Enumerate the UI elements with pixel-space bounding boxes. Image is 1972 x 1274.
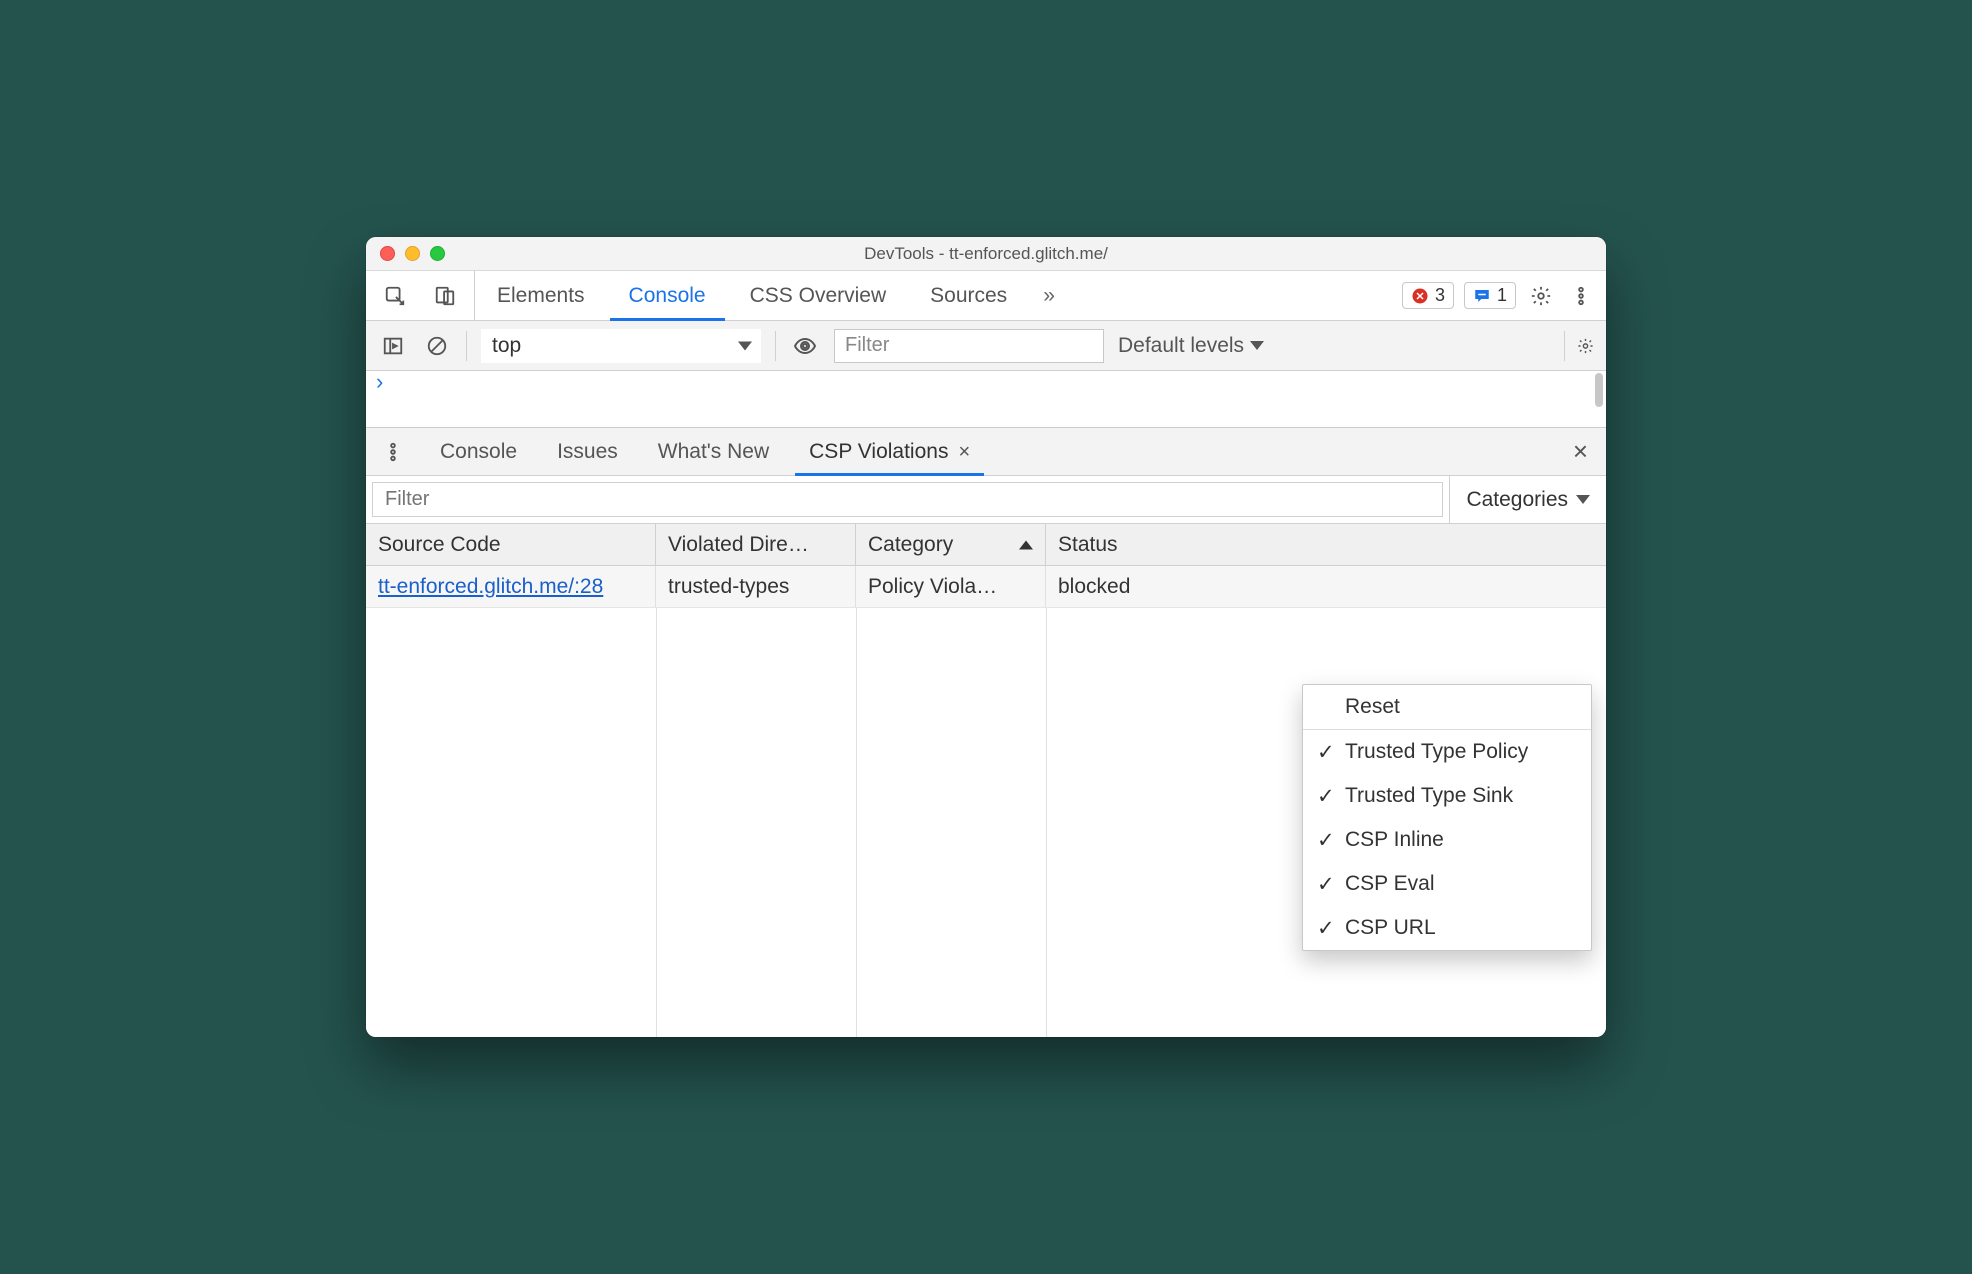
chevron-down-icon [1250, 341, 1264, 350]
drawer-tab-console[interactable]: Console [420, 428, 537, 475]
log-levels-label: Default levels [1118, 334, 1244, 358]
drawer-more-icon[interactable] [366, 428, 420, 475]
col-source-code[interactable]: Source Code [366, 524, 656, 565]
device-toggle-icon[interactable] [430, 281, 460, 311]
divider [466, 331, 467, 361]
clear-console-icon[interactable] [422, 331, 452, 361]
close-window-button[interactable] [380, 246, 395, 261]
kebab-menu-icon[interactable] [1566, 281, 1596, 311]
drawer-close-icon[interactable]: × [1555, 428, 1606, 475]
cell-category: Policy Viola… [856, 566, 1046, 607]
errors-badge[interactable]: 3 [1402, 282, 1454, 309]
titlebar: DevTools - tt-enforced.glitch.me/ [366, 237, 1606, 271]
csp-filter-row: Categories [366, 476, 1606, 524]
tab-sources[interactable]: Sources [908, 271, 1029, 320]
message-icon [1473, 287, 1491, 305]
col-violated-directive[interactable]: Violated Dire… [656, 524, 856, 565]
chevron-down-icon [738, 341, 752, 350]
tab-elements[interactable]: Elements [475, 271, 607, 320]
dropdown-option-csp-eval[interactable]: CSP Eval [1303, 862, 1591, 906]
context-label: top [492, 334, 521, 357]
source-link[interactable]: tt-enforced.glitch.me/:28 [378, 575, 603, 599]
messages-count: 1 [1497, 285, 1507, 306]
dropdown-option-trusted-type-sink[interactable]: Trusted Type Sink [1303, 774, 1591, 818]
window-title: DevTools - tt-enforced.glitch.me/ [366, 244, 1606, 264]
dropdown-option-trusted-type-policy[interactable]: Trusted Type Policy [1303, 730, 1591, 774]
inspect-icon[interactable] [380, 281, 410, 311]
categories-dropdown-button[interactable]: Categories [1449, 476, 1606, 523]
cell-directive: trusted-types [656, 566, 856, 607]
error-icon [1411, 287, 1429, 305]
table-row[interactable]: tt-enforced.glitch.me/:28 trusted-types … [366, 566, 1606, 608]
live-expression-icon[interactable] [790, 331, 820, 361]
console-output[interactable]: › [366, 371, 1606, 427]
errors-count: 3 [1435, 285, 1445, 306]
tab-console[interactable]: Console [607, 271, 728, 320]
categories-dropdown: Reset Trusted Type Policy Trusted Type S… [1302, 684, 1592, 951]
prompt-chevron-icon: › [376, 369, 383, 395]
context-selector[interactable]: top [481, 329, 761, 363]
col-status[interactable]: Status [1046, 524, 1606, 565]
cell-source: tt-enforced.glitch.me/:28 [366, 566, 656, 607]
settings-gear-icon[interactable] [1526, 281, 1556, 311]
table-header: Source Code Violated Dire… Category Stat… [366, 524, 1606, 566]
drawer-tab-csp-violations[interactable]: CSP Violations × [789, 428, 990, 475]
divider [775, 331, 776, 361]
tabs-overflow-icon[interactable]: » [1029, 271, 1069, 320]
drawer: Console Issues What's New CSP Violations… [366, 427, 1606, 1037]
close-tab-icon[interactable]: × [958, 442, 970, 462]
drawer-tabs: Console Issues What's New CSP Violations… [366, 428, 1606, 476]
csp-table: Source Code Violated Dire… Category Stat… [366, 524, 1606, 1037]
col-category[interactable]: Category [856, 524, 1046, 565]
sidebar-toggle-icon[interactable] [378, 331, 408, 361]
drawer-tab-whats-new[interactable]: What's New [638, 428, 789, 475]
categories-label: Categories [1466, 488, 1568, 512]
console-settings-icon[interactable] [1564, 331, 1594, 361]
drawer-tab-label: CSP Violations [809, 440, 948, 464]
zoom-window-button[interactable] [430, 246, 445, 261]
devtools-window: DevTools - tt-enforced.glitch.me/ Elemen… [366, 237, 1606, 1037]
dropdown-option-csp-inline[interactable]: CSP Inline [1303, 818, 1591, 862]
csp-filter-input[interactable] [372, 482, 1443, 517]
main-toolbar: Elements Console CSS Overview Sources » … [366, 271, 1606, 321]
minimize-window-button[interactable] [405, 246, 420, 261]
dropdown-option-csp-url[interactable]: CSP URL [1303, 906, 1591, 950]
dropdown-reset[interactable]: Reset [1303, 685, 1591, 729]
tab-css-overview[interactable]: CSS Overview [728, 271, 909, 320]
chevron-down-icon [1576, 495, 1590, 504]
console-toolbar: top Default levels [366, 321, 1606, 371]
drawer-tab-issues[interactable]: Issues [537, 428, 638, 475]
messages-badge[interactable]: 1 [1464, 282, 1516, 309]
console-filter-input[interactable] [834, 329, 1104, 363]
cell-status: blocked [1046, 566, 1606, 607]
scrollbar-thumb[interactable] [1595, 373, 1603, 407]
main-tabs: Elements Console CSS Overview Sources [475, 271, 1029, 320]
window-controls [366, 246, 445, 261]
log-levels-selector[interactable]: Default levels [1118, 334, 1264, 358]
